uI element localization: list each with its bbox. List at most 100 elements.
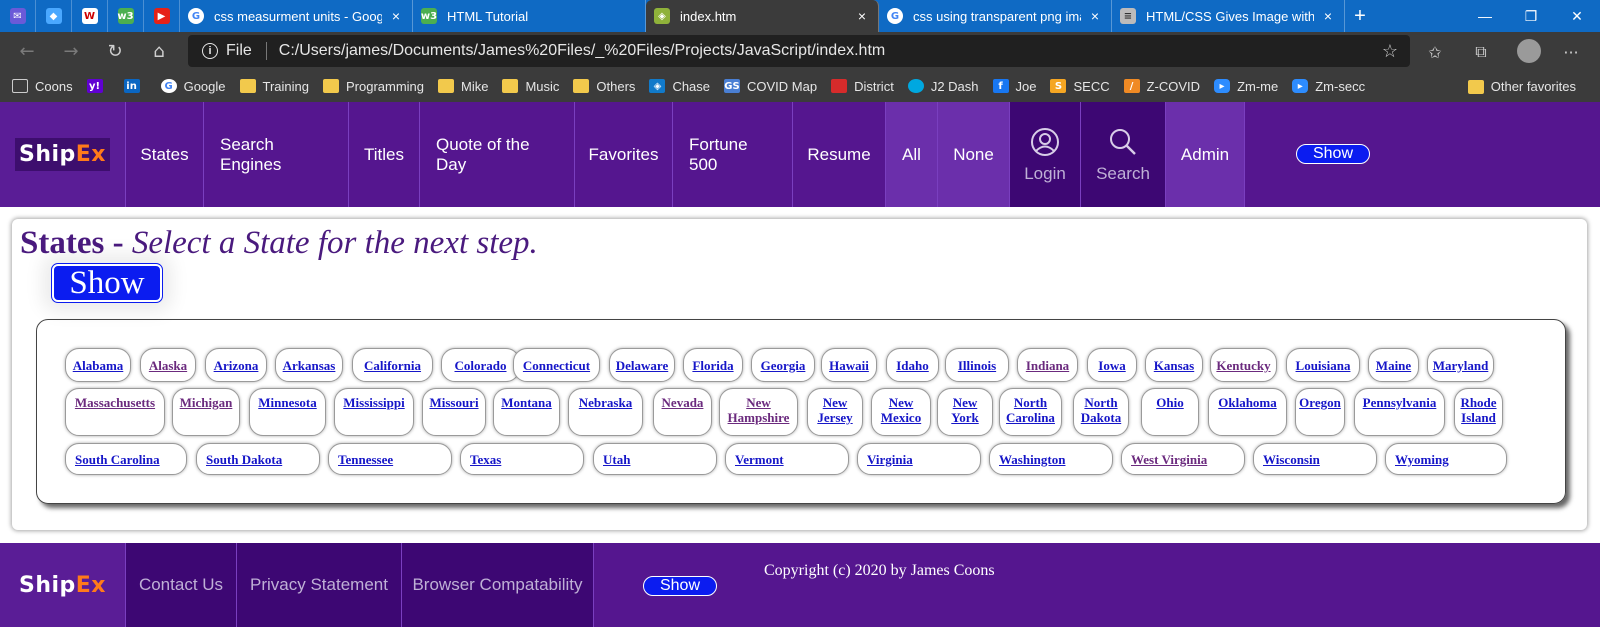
forward-arrow-icon[interactable]: → — [56, 38, 86, 64]
state-louisiana[interactable]: Louisiana — [1286, 348, 1360, 382]
info-icon[interactable]: i — [202, 43, 218, 59]
nav-resume[interactable]: Resume — [793, 102, 886, 207]
nav-admin[interactable]: Admin — [1166, 102, 1245, 207]
state-montana[interactable]: Montana — [493, 388, 560, 436]
profile-avatar[interactable] — [1517, 39, 1541, 63]
state-kentucky[interactable]: Kentucky — [1210, 348, 1277, 382]
footer-logo[interactable]: ShipEx — [0, 543, 126, 627]
pinned-tab-mail[interactable]: ✉ — [0, 0, 36, 32]
state-michigan[interactable]: Michigan — [172, 388, 240, 436]
bookmark-zm-me[interactable]: ▸ Zm-me — [1214, 79, 1278, 94]
bookmark-music[interactable]: Music — [502, 79, 559, 94]
state-colorado[interactable]: Colorado — [441, 348, 520, 382]
minimize-icon[interactable]: — — [1462, 0, 1508, 32]
state-delaware[interactable]: Delaware — [609, 348, 675, 382]
state-arkansas[interactable]: Arkansas — [275, 348, 343, 382]
favorite-star-icon[interactable]: ☆ — [1382, 41, 1398, 62]
state-missouri[interactable]: Missouri — [422, 388, 486, 436]
state-west-virginia[interactable]: West Virginia — [1121, 443, 1245, 475]
state-wyoming[interactable]: Wyoming — [1385, 443, 1507, 475]
nav-titles[interactable]: Titles — [349, 102, 420, 207]
state-iowa[interactable]: Iowa — [1087, 348, 1137, 382]
nav-all[interactable]: All — [886, 102, 938, 207]
state-oklahoma[interactable]: Oklahoma — [1208, 388, 1287, 436]
state-south-dakota[interactable]: South Dakota — [196, 443, 320, 475]
tab-html-tutorial[interactable]: w3 HTML Tutorial — [413, 0, 646, 32]
footer-browser-compatability[interactable]: Browser Compatability — [402, 543, 594, 627]
bookmark-secc[interactable]: S SECC — [1050, 79, 1110, 94]
nav-favorites[interactable]: Favorites — [575, 102, 673, 207]
state-alaska[interactable]: Alaska — [140, 348, 196, 382]
bookmark-linkedin[interactable]: in — [123, 79, 147, 93]
pinned-tab-2[interactable]: ◆ — [36, 0, 72, 32]
bookmark-other-favorites[interactable]: Other favorites — [1467, 79, 1576, 94]
state-california[interactable]: California — [352, 348, 433, 382]
state-oregon[interactable]: Oregon — [1295, 388, 1345, 436]
state-new-jersey[interactable]: New Jersey — [807, 388, 863, 436]
bookmark-z-covid[interactable]: / Z-COVID — [1123, 79, 1200, 94]
bookmark-covid-map[interactable]: GS COVID Map — [724, 79, 817, 94]
nav-fortune-500[interactable]: Fortune 500 — [673, 102, 793, 207]
state-alabama[interactable]: Alabama — [65, 348, 131, 382]
state-vermont[interactable]: Vermont — [725, 443, 849, 475]
state-new-mexico[interactable]: New Mexico — [871, 388, 931, 436]
nav-show-button[interactable]: Show — [1296, 144, 1370, 164]
tab-css-units[interactable]: G css measurment units - Google × — [180, 0, 413, 32]
state-north-dakota[interactable]: North Dakota — [1073, 388, 1129, 436]
bookmark-others[interactable]: Others — [573, 79, 635, 94]
state-arizona[interactable]: Arizona — [205, 348, 267, 382]
pinned-tab-3[interactable]: W — [72, 0, 108, 32]
back-arrow-icon[interactable]: ← — [12, 38, 42, 64]
nav-login[interactable]: Login — [1010, 102, 1081, 207]
bookmark-google[interactable]: G Google — [160, 79, 226, 94]
nav-none[interactable]: None — [938, 102, 1010, 207]
state-utah[interactable]: Utah — [593, 443, 717, 475]
bookmark-yahoo[interactable]: y! — [86, 79, 110, 93]
state-texas[interactable]: Texas — [460, 443, 584, 475]
state-south-carolina[interactable]: South Carolina — [65, 443, 187, 475]
state-kansas[interactable]: Kansas — [1145, 348, 1203, 382]
state-georgia[interactable]: Georgia — [751, 348, 815, 382]
home-icon[interactable]: ⌂ — [144, 38, 174, 64]
bookmark-zm-secc[interactable]: ▸ Zm-secc — [1292, 79, 1365, 94]
state-maryland[interactable]: Maryland — [1427, 348, 1494, 382]
bookmark-district[interactable]: District — [831, 79, 894, 94]
state-wisconsin[interactable]: Wisconsin — [1253, 443, 1377, 475]
nav-search-engines[interactable]: Search Engines — [204, 102, 349, 207]
address-bar[interactable]: i File C:/Users/james/Documents/James%20… — [188, 35, 1410, 67]
state-minnesota[interactable]: Minnesota — [249, 388, 326, 436]
bookmark-programming[interactable]: Programming — [322, 79, 424, 94]
state-idaho[interactable]: Idaho — [886, 348, 939, 382]
state-new-hampshire[interactable]: New Hampshire — [719, 388, 798, 436]
state-nebraska[interactable]: Nebraska — [568, 388, 643, 436]
new-tab-button[interactable]: + — [1345, 0, 1375, 32]
bookmark-chase[interactable]: ◈ Chase — [649, 79, 710, 94]
state-rhode-island[interactable]: Rhode Island — [1454, 388, 1503, 436]
state-indiana[interactable]: Indiana — [1017, 348, 1078, 382]
pinned-tab-youtube[interactable]: ▶ — [144, 0, 180, 32]
close-icon[interactable]: × — [388, 8, 404, 24]
footer-contact-us[interactable]: Contact Us — [126, 543, 237, 627]
tab-index-htm[interactable]: ◈ index.htm × — [646, 0, 879, 32]
close-icon[interactable]: × — [1320, 8, 1336, 24]
state-tennessee[interactable]: Tennessee — [328, 443, 452, 475]
state-florida[interactable]: Florida — [683, 348, 743, 382]
bookmark-training[interactable]: Training — [239, 79, 309, 94]
state-pennsylvania[interactable]: Pennsylvania — [1354, 388, 1445, 436]
state-new-york[interactable]: New York — [937, 388, 993, 436]
state-mississippi[interactable]: Mississippi — [334, 388, 414, 436]
refresh-icon[interactable]: ↻ — [100, 38, 130, 64]
site-logo[interactable]: ShipEx — [0, 102, 126, 207]
state-massachusetts[interactable]: Massachusetts — [65, 388, 165, 436]
state-washington[interactable]: Washington — [989, 443, 1113, 475]
state-nevada[interactable]: Nevada — [653, 388, 712, 436]
show-button[interactable]: Show — [51, 263, 163, 303]
restore-icon[interactable]: ❐ — [1508, 0, 1554, 32]
state-virginia[interactable]: Virginia — [857, 443, 981, 475]
pinned-tab-w3[interactable]: w3 — [108, 0, 144, 32]
more-menu-icon[interactable]: ··· — [1560, 41, 1582, 63]
footer-privacy-statement[interactable]: Privacy Statement — [237, 543, 402, 627]
nav-quote-of-the-day[interactable]: Quote of the Day — [420, 102, 575, 207]
bookmark-j2-dash[interactable]: J2 Dash — [907, 79, 979, 94]
url-text[interactable]: C:/Users/james/Documents/James%20Files/_… — [279, 42, 885, 60]
